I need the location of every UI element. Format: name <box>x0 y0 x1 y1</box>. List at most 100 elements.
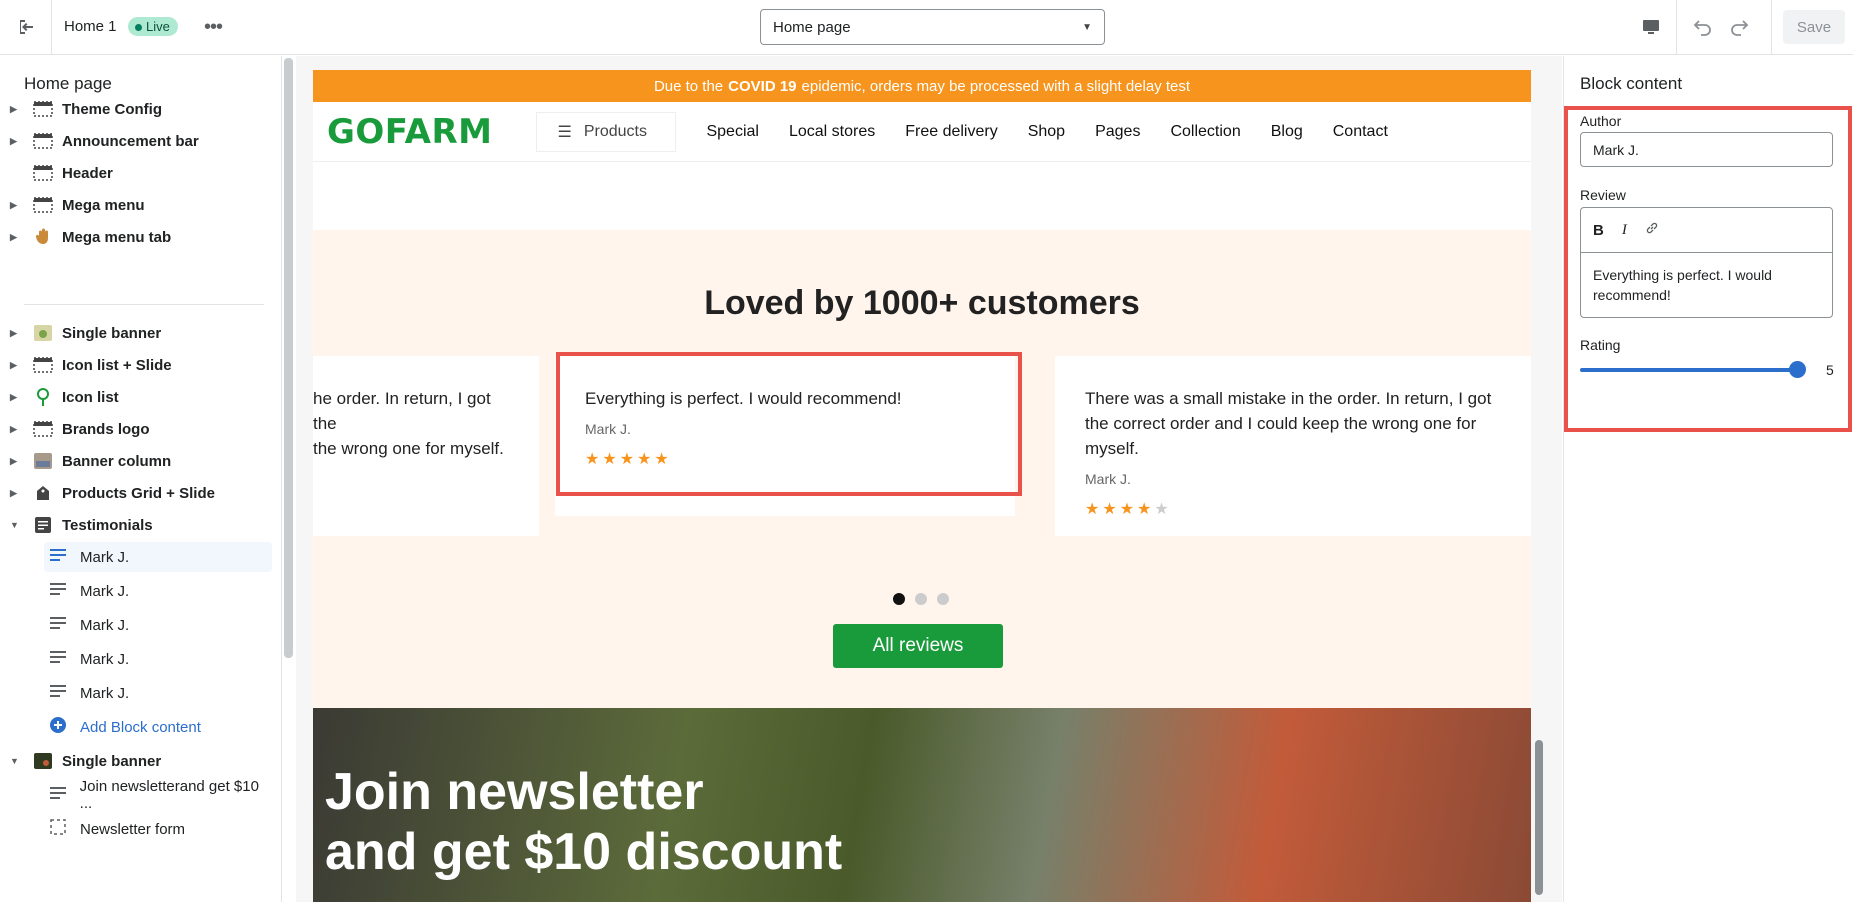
nav-link[interactable]: Collection <box>1170 123 1240 141</box>
hand-icon <box>32 228 54 246</box>
block-label: Mark J. <box>80 582 130 600</box>
banner-block[interactable]: Newsletter form <box>44 814 272 844</box>
block-label: Mark J. <box>80 684 130 702</box>
text-lines-icon <box>50 548 68 566</box>
sidebar-divider <box>24 304 264 305</box>
section-label: Mega menu tab <box>62 228 172 246</box>
carousel-dot[interactable] <box>893 593 905 605</box>
testimonials-title: Loved by 1000+ customers <box>704 284 1140 322</box>
nav-link[interactable]: Local stores <box>789 123 875 141</box>
nav-link[interactable]: Contact <box>1333 123 1388 141</box>
banner-thumbnail-icon <box>32 452 54 470</box>
expand-caret-icon[interactable]: ▶ <box>10 360 20 371</box>
top-bar: Home 1 Live ••• Home page ▼ Save <box>0 0 1853 55</box>
collapse-caret-icon[interactable]: ▼ <box>10 756 20 766</box>
section-icon <box>32 196 54 214</box>
canvas-scrollbar[interactable] <box>1535 740 1543 895</box>
expand-caret-icon[interactable]: ▶ <box>10 456 20 467</box>
section-single-banner[interactable]: ▶ Single banner <box>0 318 275 348</box>
announcement-bar: Due to the COVID 19 epidemic, orders may… <box>313 70 1531 102</box>
expand-caret-icon[interactable]: ▶ <box>10 328 20 339</box>
section-label: Icon list + Slide <box>62 356 172 374</box>
page-selector[interactable]: Home page ▼ <box>760 9 1105 45</box>
banner-thumbnail-icon <box>32 324 54 342</box>
expand-caret-icon[interactable]: ▶ <box>10 136 20 147</box>
store-logo[interactable]: GOFARM <box>327 112 492 152</box>
store-header: GOFARM ☰ Products Special Local stores F… <box>313 102 1531 162</box>
carousel-dot[interactable] <box>937 593 949 605</box>
testimonial-block[interactable]: Mark J. <box>44 644 272 674</box>
toolbar-divider <box>1676 0 1677 54</box>
section-single-banner-2[interactable]: ▼ Single banner <box>0 746 275 776</box>
save-button[interactable]: Save <box>1783 10 1845 44</box>
more-actions-button[interactable]: ••• <box>200 12 226 42</box>
expand-caret-icon[interactable]: ▶ <box>10 232 20 243</box>
testimonial-card[interactable]: he order. In return, I got the the wrong… <box>313 356 539 536</box>
section-icon-list-slide[interactable]: ▶ Icon list + Slide <box>0 350 275 380</box>
section-icon <box>32 164 54 182</box>
all-reviews-button[interactable]: All reviews <box>833 624 1003 668</box>
settings-highlight <box>1564 106 1852 432</box>
sections-sidebar: Home page ▶ Theme Config ▶ Announcement … <box>0 56 282 902</box>
nav-link[interactable]: Pages <box>1095 123 1140 141</box>
expand-caret-icon[interactable]: ▶ <box>10 200 20 211</box>
testimonial-block[interactable]: Mark J. <box>44 542 272 572</box>
redo-icon <box>1731 20 1749 36</box>
nav-link[interactable]: Shop <box>1028 123 1065 141</box>
exit-icon <box>19 20 33 34</box>
products-menu-button[interactable]: ☰ Products <box>536 111 677 152</box>
device-preview-button[interactable] <box>1636 12 1666 42</box>
text-lines-icon <box>50 650 68 668</box>
section-products-grid-slide[interactable]: ▶ Products Grid + Slide <box>0 478 275 508</box>
add-block-button[interactable]: Add Block content <box>44 712 272 742</box>
section-mega-menu[interactable]: ▶ Mega menu <box>0 190 275 220</box>
section-label: Testimonials <box>62 516 153 534</box>
section-announcement-bar[interactable]: ▶ Announcement bar <box>0 126 275 156</box>
collapse-caret-icon[interactable]: ▼ <box>10 520 20 530</box>
exit-button[interactable] <box>0 0 52 54</box>
expand-caret-icon[interactable]: ▶ <box>10 424 20 435</box>
nav-link[interactable]: Free delivery <box>905 123 997 141</box>
carousel-dot[interactable] <box>915 593 927 605</box>
expand-caret-icon[interactable]: ▶ <box>10 488 20 499</box>
section-banner-column[interactable]: ▶ Banner column <box>0 446 275 476</box>
section-theme-config[interactable]: ▶ Theme Config <box>0 94 275 124</box>
section-brands-logo[interactable]: ▶ Brands logo <box>0 414 275 444</box>
undo-icon <box>1693 20 1711 36</box>
block-label: Join newsletterand get $10 ... <box>79 778 259 812</box>
plus-circle-icon <box>50 717 68 737</box>
selected-block-highlight <box>556 352 1022 496</box>
section-icon-list[interactable]: ▶ Icon list <box>0 382 275 412</box>
testimonial-block[interactable]: Mark J. <box>44 610 272 640</box>
expand-caret-icon[interactable]: ▶ <box>10 104 20 115</box>
testimonial-text: he order. In return, I got the the wrong… <box>313 389 504 458</box>
block-label: Mark J. <box>80 650 130 668</box>
rating-stars: ★★★★★ <box>1085 501 1172 518</box>
expand-caret-icon[interactable]: ▶ <box>10 392 20 403</box>
section-header[interactable]: Header <box>0 158 275 188</box>
testimonial-block[interactable]: Mark J. <box>44 678 272 708</box>
section-label: Header <box>62 164 113 182</box>
testimonial-author: Mark J. <box>1085 471 1131 487</box>
block-settings-panel: Block content Author Mark J. Review B I … <box>1563 56 1853 902</box>
testimonial-card[interactable]: There was a small mistake in the order. … <box>1055 356 1531 536</box>
sidebar-scrollbar[interactable] <box>284 58 293 658</box>
section-testimonials[interactable]: ▼ Testimonials <box>0 510 275 540</box>
section-label: Announcement bar <box>62 132 199 150</box>
dashed-frame-icon <box>50 819 68 839</box>
section-icon <box>32 100 54 118</box>
status-badge: Live <box>128 17 178 36</box>
section-mega-menu-tab[interactable]: ▶ Mega menu tab <box>0 222 275 252</box>
nav-link[interactable]: Blog <box>1271 123 1303 141</box>
carousel-dots <box>893 593 949 605</box>
text-lines-icon <box>50 786 68 804</box>
redo-button[interactable] <box>1724 12 1754 42</box>
section-label: Banner column <box>62 452 172 470</box>
undo-button[interactable] <box>1688 12 1718 42</box>
block-label: Newsletter form <box>80 820 186 838</box>
testimonial-block[interactable]: Mark J. <box>44 576 272 606</box>
section-label: Icon list <box>62 388 119 406</box>
nav-link[interactable]: Special <box>706 123 758 141</box>
banner-block[interactable]: Join newsletterand get $10 ... <box>44 778 272 812</box>
tag-icon <box>32 484 54 502</box>
